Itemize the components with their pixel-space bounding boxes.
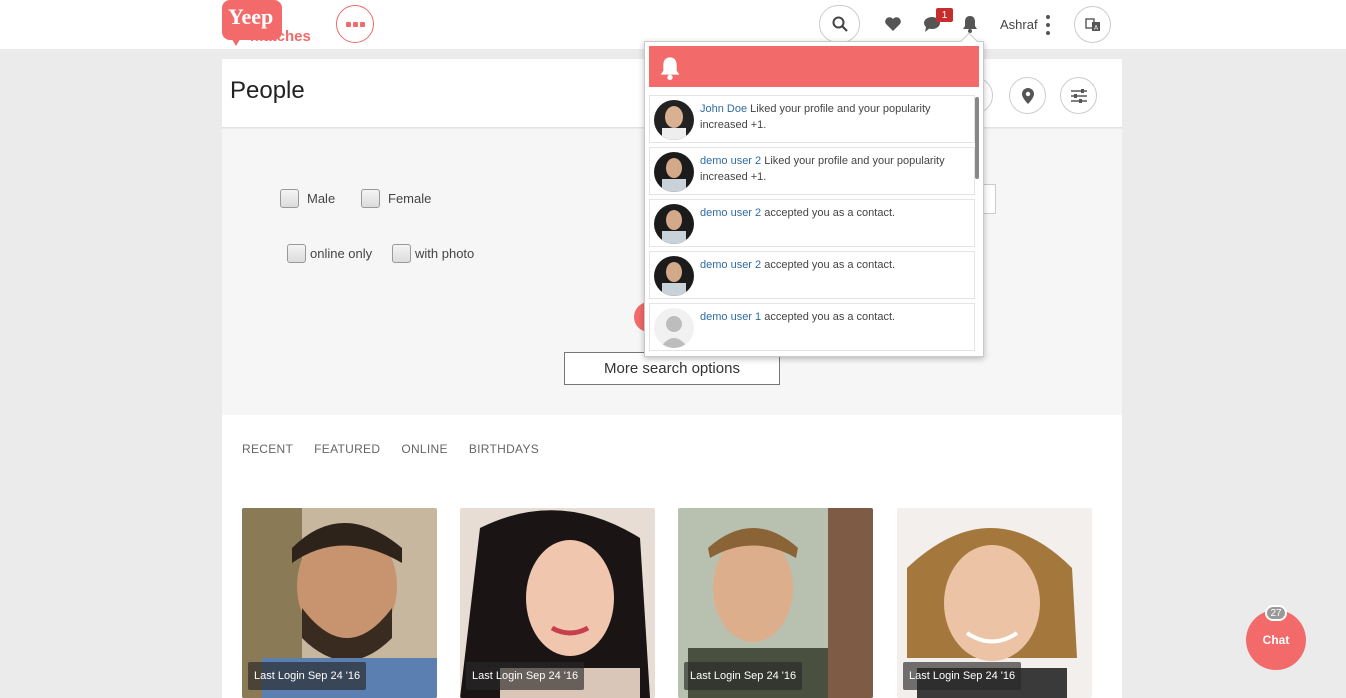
filter-settings-button[interactable]: [1060, 77, 1097, 114]
dot: [352, 21, 358, 27]
sliders-icon: [1070, 88, 1087, 103]
with-photo-label: with photo: [415, 246, 475, 261]
online-only-checkbox-row[interactable]: online only: [287, 244, 372, 263]
online-only-label: online only: [310, 246, 373, 261]
user-menu-kebab-icon[interactable]: [1045, 15, 1051, 35]
notifications-dropdown: John Doe Liked your profile and your pop…: [644, 32, 984, 357]
translate-icon: A: [1084, 17, 1100, 31]
with-photo-checkbox[interactable]: [392, 244, 411, 263]
member-card[interactable]: Last Login Sep 24 '16: [678, 508, 873, 698]
language-button[interactable]: A: [1074, 6, 1111, 43]
male-checkbox[interactable]: [280, 189, 299, 208]
logo-bubble-tail: [230, 36, 242, 46]
notification-text: demo user 2 Liked your profile and your …: [700, 155, 945, 183]
notification-user-link[interactable]: demo user 2: [700, 207, 761, 219]
dot: [359, 21, 365, 27]
avatar: [654, 256, 694, 296]
notification-item[interactable]: demo user 1 accepted you as a contact.: [649, 303, 975, 351]
female-checkbox[interactable]: [361, 189, 380, 208]
notification-user-link[interactable]: demo user 2: [700, 155, 761, 167]
location-button[interactable]: [1009, 77, 1046, 114]
tab-birthdays[interactable]: BIRTHDAYS: [469, 442, 539, 456]
male-label: Male: [307, 191, 336, 206]
avatar: [654, 100, 694, 140]
username-label[interactable]: Ashraf: [1000, 17, 1038, 32]
notifications-bell-icon[interactable]: [960, 13, 980, 35]
page-title: People: [230, 77, 305, 104]
tab-recent[interactable]: RECENT: [242, 442, 293, 456]
notification-user-link[interactable]: demo user 1: [700, 311, 761, 323]
results-tabs: RECENT FEATURED ONLINE BIRTHDAYS: [242, 442, 539, 456]
female-label: Female: [388, 191, 432, 206]
messages-count-badge: 1: [936, 8, 953, 22]
last-login-label: Last Login Sep 24 '16: [903, 662, 1022, 690]
logo-word-yeep: Yeep: [228, 4, 274, 29]
last-login-label: Last Login Sep 24 '16: [684, 662, 803, 690]
notification-text: demo user 2 accepted you as a contact.: [700, 207, 896, 219]
member-card[interactable]: Last Login Sep 24 '16: [460, 508, 655, 698]
notifications-header: [649, 46, 979, 87]
notification-text: John Doe Liked your profile and your pop…: [700, 103, 931, 131]
online-only-checkbox[interactable]: [287, 244, 306, 263]
favorites-heart-icon[interactable]: [883, 13, 903, 35]
dot: [345, 21, 351, 27]
member-card[interactable]: Last Login Sep 24 '16: [242, 508, 437, 698]
female-checkbox-row[interactable]: Female: [361, 189, 431, 208]
menu-dots-button[interactable]: [336, 5, 374, 43]
notification-item[interactable]: demo user 2 Liked your profile and your …: [649, 147, 975, 195]
last-login-label: Last Login Sep 24 '16: [466, 662, 585, 690]
notifications-scrollbar[interactable]: [975, 97, 979, 179]
notification-text: demo user 2 accepted you as a contact.: [700, 259, 896, 271]
tab-online[interactable]: ONLINE: [401, 442, 447, 456]
notification-user-link[interactable]: demo user 2: [700, 259, 761, 271]
avatar: [654, 152, 694, 192]
map-pin-icon: [1021, 87, 1034, 104]
search-button[interactable]: [819, 5, 860, 43]
default-avatar: [654, 308, 694, 348]
last-login-label: Last Login Sep 24 '16: [248, 662, 367, 690]
chat-count-badge: 27: [1265, 605, 1287, 621]
notification-item[interactable]: demo user 2 accepted you as a contact.: [649, 199, 975, 247]
male-checkbox-row[interactable]: Male: [280, 189, 335, 208]
site-logo[interactable]: Yeep matches: [222, 0, 312, 48]
notification-item[interactable]: demo user 2 accepted you as a contact.: [649, 251, 975, 299]
search-icon: [832, 16, 848, 32]
bell-icon: [660, 57, 680, 80]
avatar: [654, 204, 694, 244]
people-results: RECENT FEATURED ONLINE BIRTHDAYS Last Lo…: [222, 415, 1122, 698]
notification-text: demo user 1 accepted you as a contact.: [700, 311, 896, 323]
member-card[interactable]: Last Login Sep 24 '16: [897, 508, 1092, 698]
tab-featured[interactable]: FEATURED: [314, 442, 380, 456]
logo-word-matches: matches: [250, 28, 311, 45]
notification-item[interactable]: John Doe Liked your profile and your pop…: [649, 95, 975, 143]
with-photo-checkbox-row[interactable]: with photo: [392, 244, 474, 263]
notification-user-link[interactable]: John Doe: [700, 103, 747, 115]
